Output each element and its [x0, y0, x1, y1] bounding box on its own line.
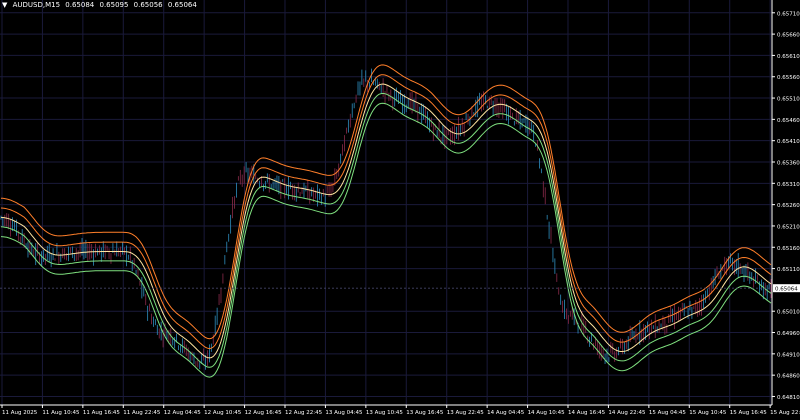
chart-header: ▼ AUDUSD,M15 0.65084 0.65095 0.65056 0.6… — [2, 1, 200, 9]
price-tick-label: 0.65410 — [777, 139, 800, 145]
low-value: 0.65056 — [133, 1, 163, 9]
triangle-down-icon[interactable]: ▼ — [2, 1, 7, 9]
time-tick-label: 14 Aug 10:45 — [528, 410, 566, 416]
price-tick-label: 0.64860 — [777, 374, 800, 380]
time-tick-label: 14 Aug 04:45 — [487, 410, 525, 416]
price-tick-label: 0.64960 — [777, 331, 800, 337]
open-value: 0.65084 — [65, 1, 95, 9]
upper-band-line — [0, 64, 772, 340]
high-value: 0.65095 — [99, 1, 129, 9]
time-tick-label: 13 Aug 22:45 — [447, 410, 485, 416]
time-tick-label: 12 Aug 04:45 — [164, 410, 202, 416]
price-tick-label: 0.65310 — [777, 182, 800, 188]
time-tick-label: 11 Aug 2025 — [2, 410, 38, 416]
price-tick-label: 0.65110 — [777, 267, 800, 273]
price-tick-label: 0.65460 — [777, 118, 800, 124]
price-tick-label: 0.64910 — [777, 352, 800, 358]
time-tick-label: 15 Aug 10:45 — [689, 410, 727, 416]
price-tick-label: 0.65210 — [777, 224, 800, 230]
price-tick-label: 0.65610 — [777, 54, 800, 60]
time-tick-label: 13 Aug 04:45 — [325, 410, 363, 416]
time-tick-label: 11 Aug 22:45 — [123, 410, 161, 416]
price-tick-label: 0.64810 — [777, 395, 800, 401]
chart-area[interactable]: 0.65710 0.65660 0.65610 0.65560 0.65510 0.654… — [0, 0, 800, 416]
close-value: 0.65064 — [167, 1, 197, 9]
time-tick-label: 15 Aug 04:45 — [649, 410, 687, 416]
time-tick-label: 15 Aug 16:45 — [730, 410, 768, 416]
price-tick-label: 0.65560 — [777, 75, 800, 81]
price-tick-label: 0.65360 — [777, 161, 800, 167]
time-tick-label: 13 Aug 16:45 — [406, 410, 444, 416]
price-tick-label: 0.65510 — [777, 97, 800, 103]
price-tick-label: 0.65160 — [777, 246, 800, 252]
time-tick-label: 14 Aug 22:45 — [608, 410, 646, 416]
time-tick-label: 14 Aug 16:45 — [568, 410, 606, 416]
price-tick-label: 0.65260 — [777, 203, 800, 209]
time-tick-label: 15 Aug 22:45 — [770, 410, 800, 416]
price-tick-label: 0.65710 — [777, 11, 800, 17]
time-tick-label: 12 Aug 16:45 — [245, 410, 283, 416]
price-tick-label: 0.65660 — [777, 33, 800, 39]
price-chart[interactable]: 0.65710 0.65660 0.65610 0.65560 0.65510 0.654… — [0, 0, 800, 416]
price-tick-label: 0.65010 — [777, 310, 800, 316]
time-tick-label: 13 Aug 10:45 — [366, 410, 404, 416]
current-price-label: 0.65064 — [775, 287, 798, 293]
time-tick-label: 11 Aug 10:45 — [42, 410, 80, 416]
upper-inner-band-line — [0, 74, 772, 350]
time-tick-label: 12 Aug 22:45 — [285, 410, 323, 416]
time-tick-label: 12 Aug 10:45 — [204, 410, 242, 416]
time-tick-label: 11 Aug 16:45 — [83, 410, 121, 416]
symbol-label: AUDUSD,M15 — [12, 1, 61, 9]
